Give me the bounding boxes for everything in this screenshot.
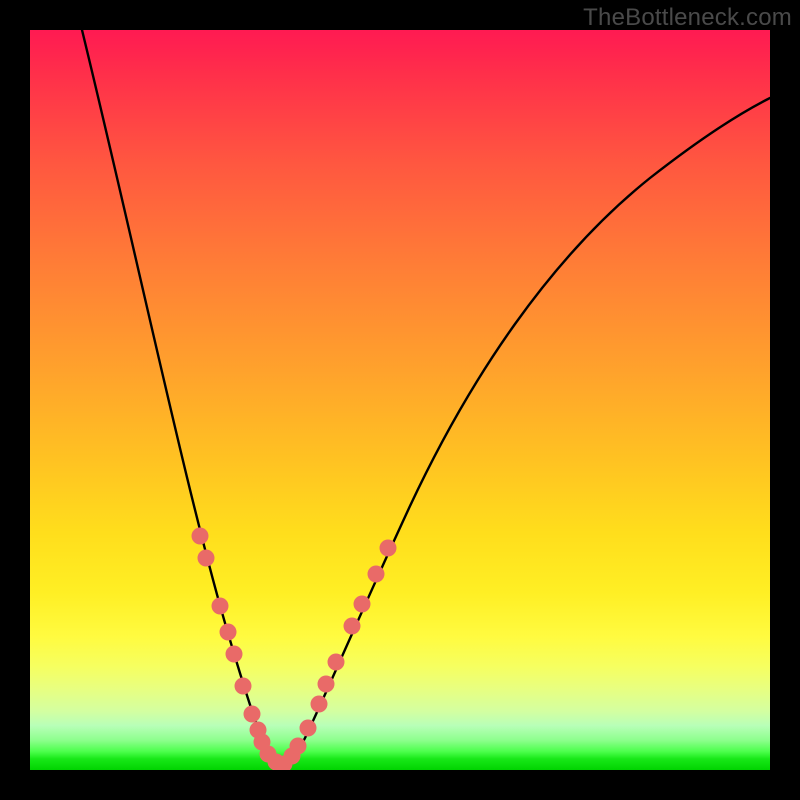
watermark-text: TheBottleneck.com <box>583 4 792 32</box>
data-dot <box>300 720 317 737</box>
data-dot <box>368 566 385 583</box>
data-dot <box>354 596 371 613</box>
data-dot <box>380 540 397 557</box>
data-dot <box>226 646 243 663</box>
data-dot <box>344 618 361 635</box>
data-dot <box>311 696 328 713</box>
data-dot <box>290 738 307 755</box>
data-dot <box>318 676 335 693</box>
data-dot <box>212 598 229 615</box>
data-dot <box>192 528 209 545</box>
curve-right <box>282 98 770 768</box>
data-dot <box>328 654 345 671</box>
outer-frame: TheBottleneck.com <box>0 0 800 800</box>
data-dot <box>220 624 237 641</box>
data-dot <box>198 550 215 567</box>
plot-area <box>30 30 770 770</box>
curve-left <box>82 30 282 768</box>
data-dot <box>244 706 261 723</box>
data-dot <box>235 678 252 695</box>
chart-svg <box>30 30 770 770</box>
dots-group <box>192 528 397 771</box>
